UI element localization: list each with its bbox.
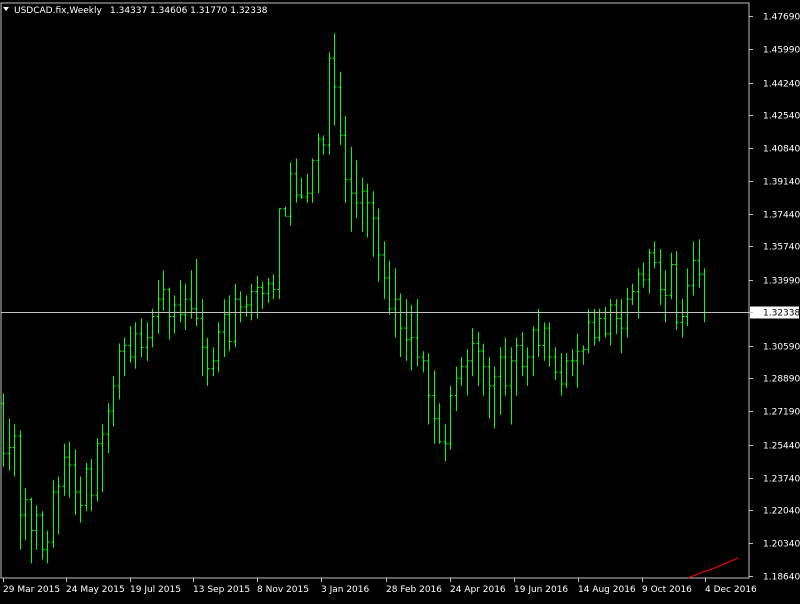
x-tick-label: 19 Jun 2016 [514,585,568,595]
x-tick-label: 29 Mar 2015 [3,585,60,595]
ohlc-values-label: 1.34337 1.34606 1.31770 1.32338 [110,6,268,16]
current-price-label: 1.32338 [763,309,800,319]
y-tick-label: 1.33990 [763,277,800,287]
y-tick-label: 1.44240 [763,80,800,90]
y-tick-label: 1.47690 [763,13,800,23]
y-tick-label: 1.20340 [763,540,800,550]
y-tick-label: 1.25440 [763,442,800,452]
x-tick-label: 19 Jul 2015 [130,585,181,595]
y-tick-label: 1.18640 [763,573,800,583]
y-tick-label: 1.39140 [763,178,800,188]
y-tick-label: 1.35740 [763,243,800,253]
y-tick-label: 1.37440 [763,211,800,221]
x-tick-label: 8 Nov 2015 [257,585,309,595]
x-tick-label: 24 Apr 2016 [450,585,506,595]
x-tick-label: 28 Feb 2016 [386,585,442,595]
x-tick-label: 24 May 2015 [66,585,125,595]
y-tick-label: 1.40840 [763,145,800,155]
y-tick-label: 1.27190 [763,408,800,418]
y-tick-label: 1.45990 [763,46,800,56]
y-tick-label: 1.22040 [763,507,800,517]
symbol-timeframe-label: USDCAD.fix,Weekly [14,6,102,16]
y-tick-label: 1.28890 [763,375,800,385]
y-tick-label: 1.23740 [763,475,800,485]
x-tick-label: 13 Sep 2015 [193,585,250,595]
x-tick-label: 9 Oct 2016 [642,585,692,595]
ohlc-chart[interactable]: 1.47690 1.45990 1.44240 1.42540 1.40840 1.391… [0,0,800,600]
chart-window[interactable]: 1.47690 1.45990 1.44240 1.42540 1.40840 1.391… [0,0,800,600]
x-tick-label: 4 Dec 2016 [705,585,757,595]
x-tick-label: 14 Aug 2016 [578,585,636,595]
y-tick-label: 1.42540 [763,112,800,122]
x-tick-label: 3 Jan 2016 [321,585,369,595]
chart-header: USDCAD.fix,Weekly 1.34337 1.34606 1.3177… [3,6,268,16]
y-tick-label: 1.30590 [763,343,800,353]
